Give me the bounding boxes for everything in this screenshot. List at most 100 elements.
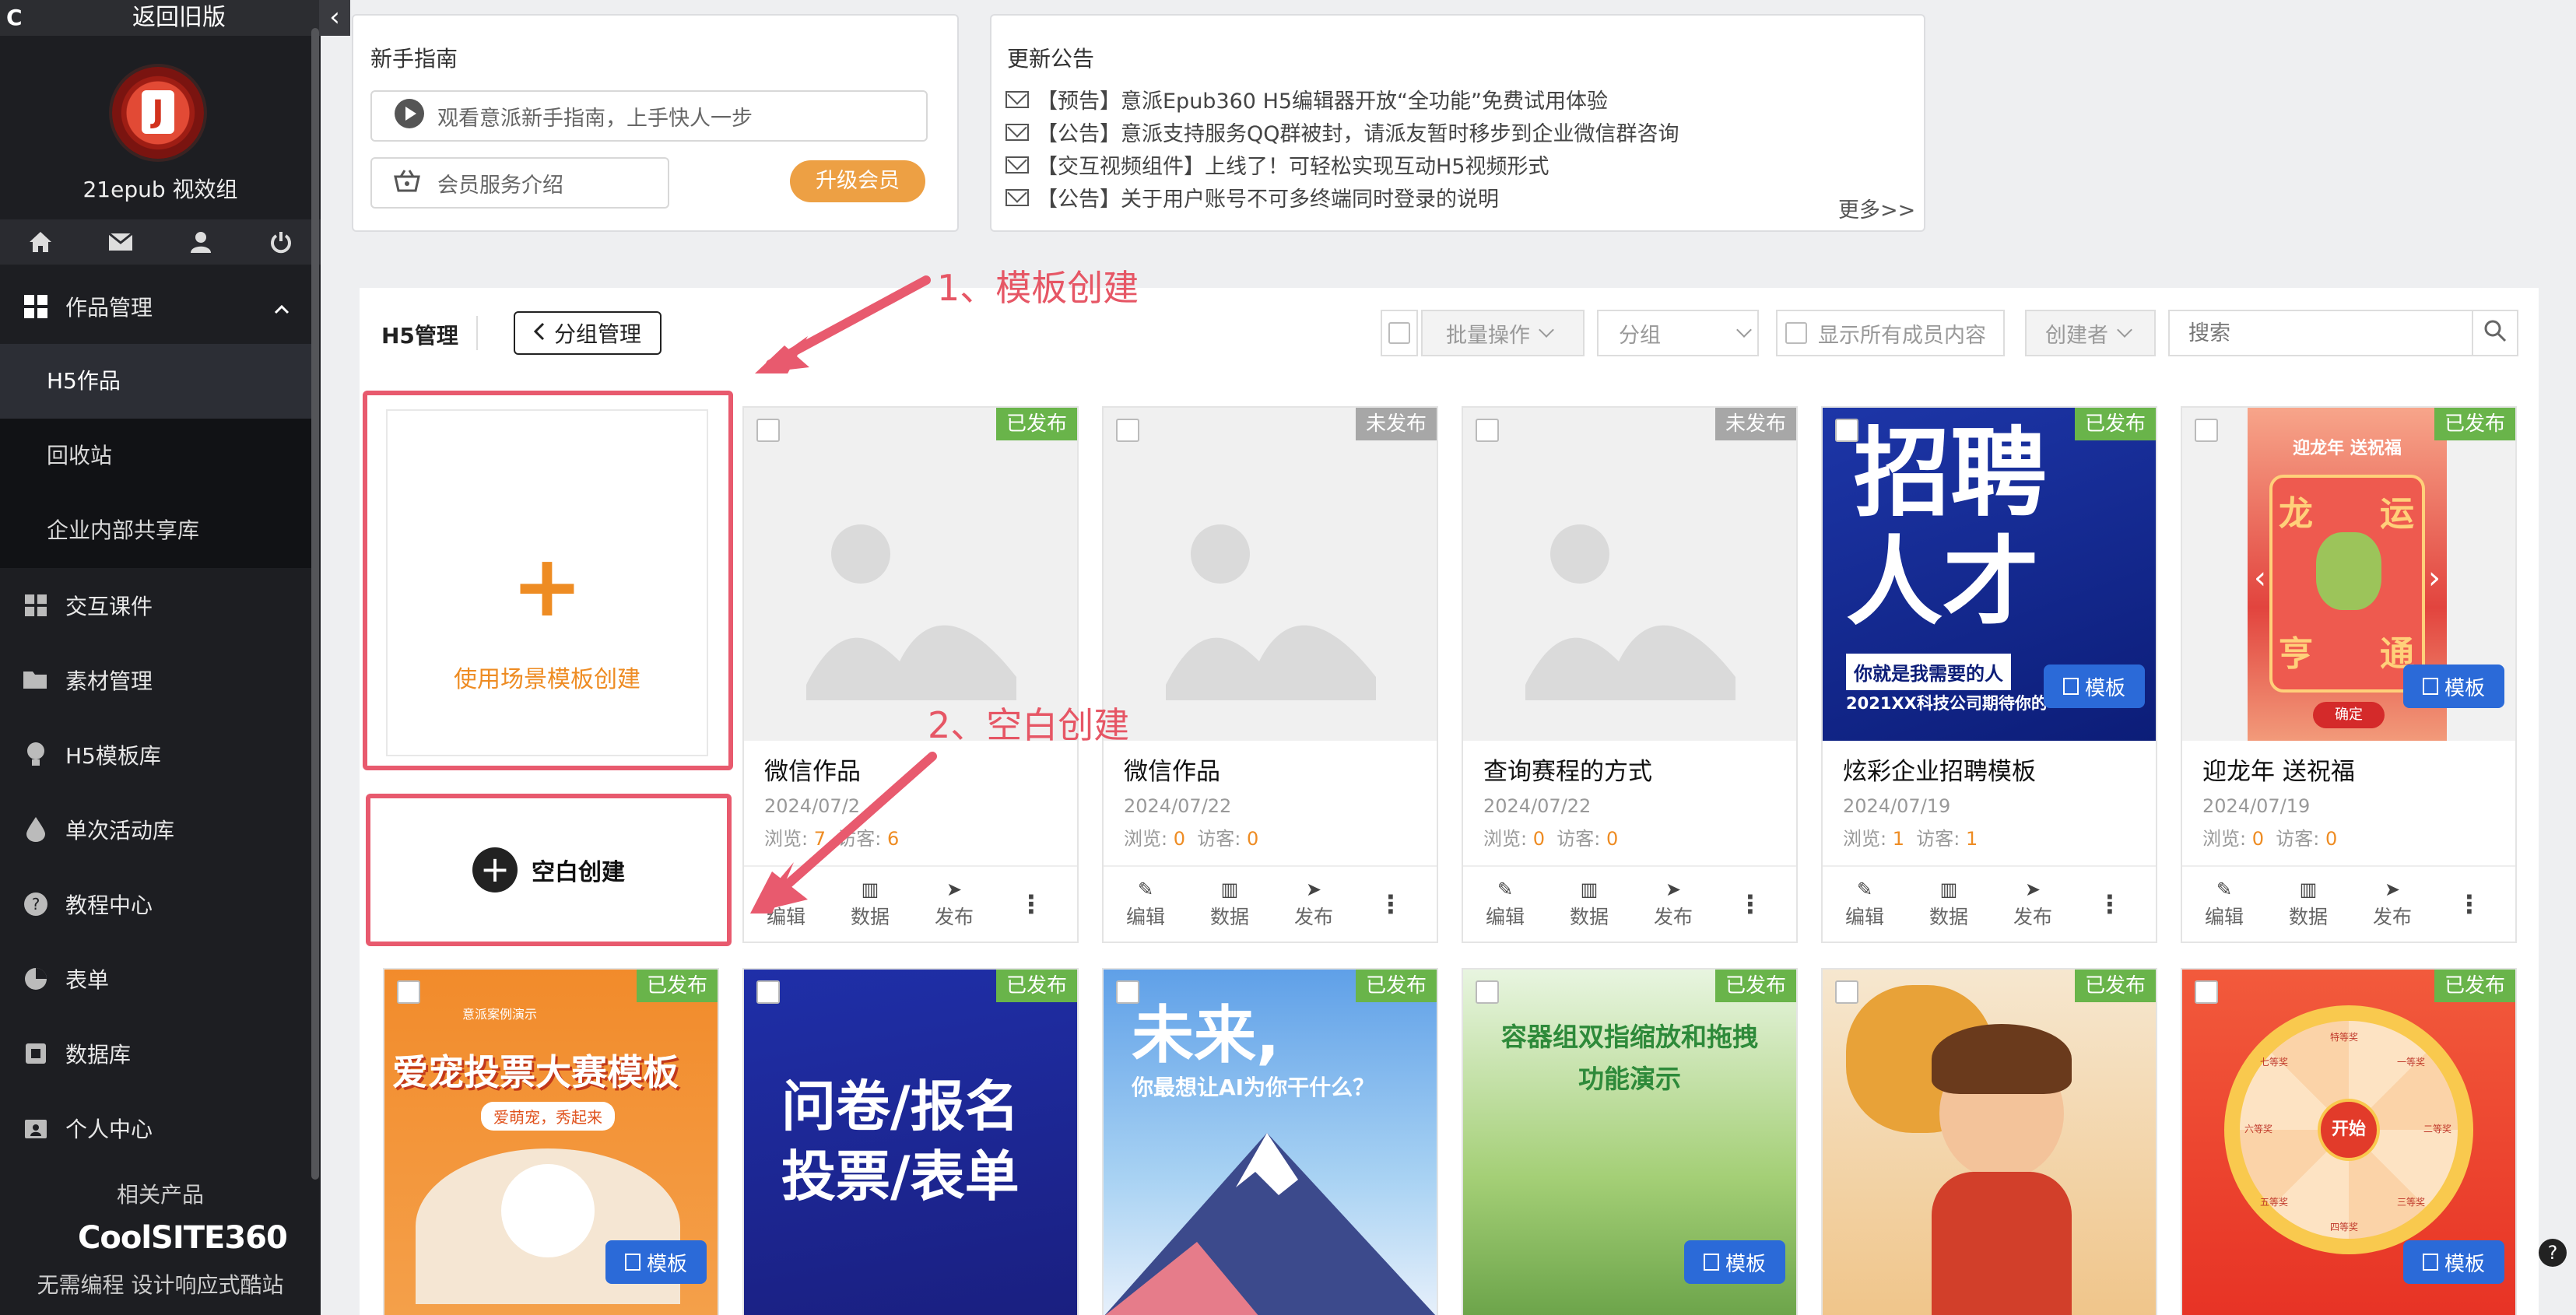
- nav-forms[interactable]: 表单: [0, 942, 321, 1016]
- views-count: 1: [1892, 828, 1905, 850]
- nav-shared-library[interactable]: 企业内部共享库: [0, 493, 311, 568]
- collapse-sidebar-button[interactable]: ‹: [319, 0, 350, 36]
- status-badge: 已发布: [2075, 408, 2156, 440]
- card-checkbox[interactable]: [1835, 419, 1858, 442]
- card-checkbox[interactable]: [1476, 419, 1499, 442]
- work-card[interactable]: 容器组双指缩放和拖拽 功能演示 已发布 模板: [1462, 968, 1798, 1315]
- views-count: 0: [1173, 828, 1186, 850]
- publish-button[interactable]: ➤ 发布: [1631, 878, 1715, 930]
- avatar[interactable]: J: [112, 67, 204, 159]
- notice-item[interactable]: 【交互视频组件】上线了！可轻松实现互动H5视频形式: [1005, 149, 1549, 180]
- publish-button[interactable]: ➤ 发布: [1991, 878, 2075, 930]
- template-badge[interactable]: 模板: [605, 1240, 707, 1284]
- edit-button[interactable]: ✎ 编辑: [1823, 878, 1907, 930]
- work-card[interactable]: 开始 特等奖 一等奖 二等奖 三等奖 四等奖 五等奖 六等奖 七等奖 已发布 模…: [2181, 968, 2517, 1315]
- notice-text: 【公告】意派支持服务QQ群被封，请派友暂时移步到企业微信群咨询: [1037, 122, 1679, 146]
- card-checkbox[interactable]: [397, 980, 420, 1004]
- data-label: 数据: [1928, 906, 1968, 928]
- edit-button[interactable]: ✎ 编辑: [1463, 878, 1547, 930]
- data-button[interactable]: ▥ 数据: [1547, 878, 1631, 930]
- nav-label: 素材管理: [65, 668, 153, 694]
- status-badge: 已发布: [996, 408, 1077, 440]
- work-card[interactable]: 已发布: [1821, 968, 2157, 1315]
- power-icon[interactable]: [240, 219, 321, 265]
- more-options-icon[interactable]: ⋮: [2075, 889, 2145, 919]
- template-badge[interactable]: 模板: [2403, 1240, 2504, 1284]
- work-card[interactable]: 招聘 人才 你就是我需要的人 2021XX科技公司期待你的 已发布 模板 炫彩企…: [1821, 406, 2157, 943]
- template-create-card[interactable]: + 使用场景模板创建: [363, 391, 733, 770]
- select-all-checkbox[interactable]: [1381, 310, 1418, 356]
- notice-item[interactable]: 【预告】意派Epub360 H5编辑器开放“全功能”免费试用体验: [1005, 84, 1608, 114]
- data-button[interactable]: ▥ 数据: [2266, 878, 2350, 930]
- card-checkbox[interactable]: [1476, 980, 1499, 1004]
- mail-icon[interactable]: [80, 219, 160, 265]
- nav-interactive-courseware[interactable]: 交互课件: [0, 568, 321, 643]
- arrow-annotation: [750, 752, 937, 913]
- nav-database[interactable]: 数据库: [0, 1016, 321, 1091]
- batch-operation-dropdown[interactable]: 批量操作: [1421, 310, 1585, 356]
- template-badge[interactable]: 模板: [1684, 1240, 1785, 1284]
- more-options-icon[interactable]: ⋮: [996, 889, 1066, 919]
- help-icon[interactable]: ?: [2539, 1239, 2567, 1267]
- nav-assets[interactable]: 素材管理: [0, 643, 321, 717]
- nav-personal-center[interactable]: 个人中心: [0, 1091, 321, 1166]
- group-management-label: 分组管理: [553, 321, 641, 347]
- nav-single-activity[interactable]: 单次活动库: [0, 792, 321, 867]
- member-service-button[interactable]: 会员服务介绍: [370, 157, 669, 209]
- more-options-icon[interactable]: ⋮: [1356, 889, 1426, 919]
- edit-button[interactable]: ✎ 编辑: [1104, 878, 1188, 930]
- notice-item[interactable]: 【公告】意派支持服务QQ群被封，请派友暂时移步到企业微信群咨询: [1005, 117, 1679, 147]
- data-button[interactable]: ▥ 数据: [1907, 878, 1991, 930]
- watch-guide-button[interactable]: 观看意派新手指南，上手快人一步: [370, 90, 928, 142]
- coolsite-logo[interactable]: CoolSITE360: [78, 1220, 288, 1256]
- back-to-old-version-link[interactable]: 返回旧版: [78, 0, 280, 36]
- card-checkbox[interactable]: [2195, 980, 2218, 1004]
- edit-button[interactable]: ✎ 编辑: [2182, 878, 2266, 930]
- publish-button[interactable]: ➤ 发布: [1272, 878, 1356, 930]
- work-card[interactable]: 未发布 微信作品 2024/07/22 浏览: 0 访客: 0 ✎ 编辑 ▥ 数据 …: [1102, 406, 1438, 943]
- publish-button[interactable]: ➤ 发布: [2350, 878, 2434, 930]
- search-input[interactable]: [2168, 310, 2476, 356]
- notice-text: 【交互视频组件】上线了！可轻松实现互动H5视频形式: [1037, 155, 1549, 179]
- more-options-icon[interactable]: ⋮: [2434, 889, 2504, 919]
- group-filter-dropdown[interactable]: 分组: [1597, 310, 1759, 356]
- more-options-icon[interactable]: ⋮: [1715, 889, 1785, 919]
- nav-tutorial-center[interactable]: ? 教程中心: [0, 867, 321, 942]
- sidebar-scrollbar[interactable]: [311, 28, 319, 1180]
- nav-h5-works[interactable]: H5作品: [0, 344, 311, 419]
- template-badge[interactable]: 模板: [2044, 665, 2145, 708]
- show-all-members-toggle[interactable]: 显示所有成员内容: [1776, 310, 2005, 356]
- document-icon: [2422, 678, 2438, 695]
- send-icon: ➤: [2024, 878, 2041, 900]
- card-title: 迎龙年 送祝福: [2202, 758, 2355, 786]
- card-checkbox[interactable]: [756, 980, 780, 1004]
- show-all-checkbox[interactable]: [1785, 322, 1807, 344]
- visits-label: 访客:: [1916, 828, 1960, 850]
- nav-works-management[interactable]: 作品管理: [0, 269, 321, 344]
- creator-dropdown[interactable]: 创建者: [2025, 310, 2156, 356]
- poster-text: 一等奖: [2397, 1057, 2426, 1068]
- card-checkbox[interactable]: [1116, 419, 1139, 442]
- upgrade-member-button[interactable]: 升级会员: [790, 160, 925, 202]
- group-management-button[interactable]: 分组管理: [514, 311, 662, 355]
- card-checkbox[interactable]: [1116, 980, 1139, 1004]
- data-button[interactable]: ▥ 数据: [1188, 878, 1272, 930]
- work-card[interactable]: 意派案例演示 爱宠投票大赛模板 爱萌宠，秀起来 已发布 模板: [383, 968, 719, 1315]
- card-checkbox[interactable]: [756, 419, 780, 442]
- more-notices-link[interactable]: 更多>>: [1838, 193, 1915, 223]
- search-button[interactable]: [2472, 310, 2518, 356]
- blank-create-card[interactable]: + 空白创建: [366, 794, 732, 946]
- card-checkbox[interactable]: [2195, 419, 2218, 442]
- home-icon[interactable]: [0, 219, 80, 265]
- nav-recycle-bin[interactable]: 回收站: [0, 419, 311, 493]
- template-badge[interactable]: 模板: [2403, 665, 2504, 708]
- work-card[interactable]: 未发布 查询赛程的方式 2024/07/22 浏览: 0 访客: 0 ✎ 编辑 ▥…: [1462, 406, 1798, 943]
- notice-item[interactable]: 【公告】关于用户账号不可多终端同时登录的说明: [1005, 182, 1499, 212]
- nav-h5-template-library[interactable]: H5模板库: [0, 717, 321, 792]
- poster-text: 三等奖: [2397, 1197, 2426, 1208]
- user-icon[interactable]: [160, 219, 240, 265]
- work-card[interactable]: 迎龙年 送祝福 龙 运 亨 通 确定 ‹ › 已发布 模板 迎龙年 送祝福 20…: [2181, 406, 2517, 943]
- work-card[interactable]: 问卷/报名 投票/表单 已发布: [742, 968, 1079, 1315]
- card-checkbox[interactable]: [1835, 980, 1858, 1004]
- work-card[interactable]: 未来, 你最想让AI为你干什么？ 已发布: [1102, 968, 1438, 1315]
